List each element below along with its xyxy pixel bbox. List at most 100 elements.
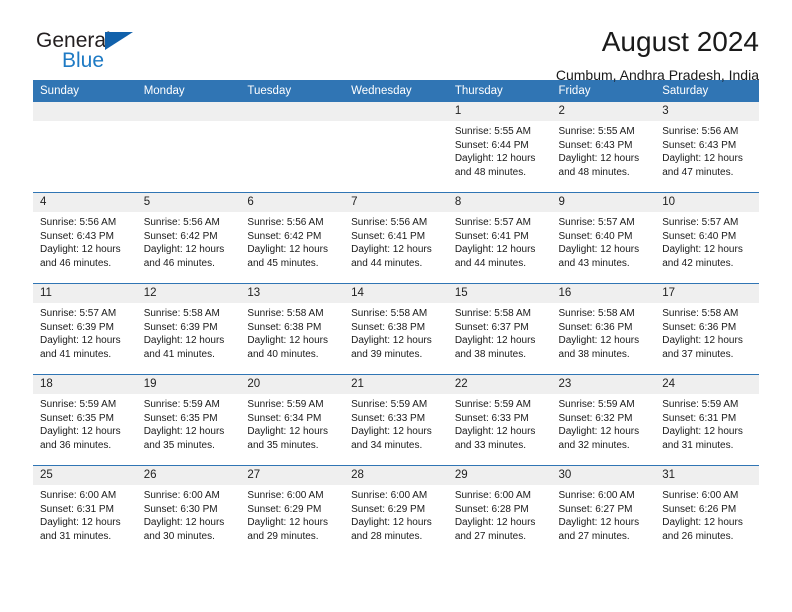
sunrise-text: Sunrise: 5:58 AM bbox=[558, 308, 635, 319]
day-number: 23 bbox=[551, 375, 656, 394]
day-cell[interactable]: 14 Sunrise: 5:58 AM Sunset: 6:38 PM Dayl… bbox=[344, 283, 448, 375]
day-cell[interactable]: 5 Sunrise: 5:56 AM Sunset: 6:42 PM Dayli… bbox=[136, 192, 241, 284]
day-info: Sunrise: 5:56 AM Sunset: 6:42 PM Dayligh… bbox=[240, 212, 344, 270]
day-cell[interactable]: 1 Sunrise: 5:55 AM Sunset: 6:44 PM Dayli… bbox=[447, 102, 552, 193]
day-info: Sunrise: 6:00 AM Sunset: 6:28 PM Dayligh… bbox=[448, 485, 552, 543]
sunset-text: Sunset: 6:44 PM bbox=[454, 139, 529, 151]
daylight-text-line1: Daylight: 12 hours bbox=[351, 426, 432, 437]
day-cell[interactable]: 12 Sunrise: 5:58 AM Sunset: 6:39 PM Dayl… bbox=[136, 283, 241, 375]
daylight-text-line2: and 43 minutes. bbox=[558, 257, 630, 269]
page-title: August 2024 bbox=[601, 26, 759, 57]
day-cell[interactable]: 6 Sunrise: 5:56 AM Sunset: 6:42 PM Dayli… bbox=[240, 192, 345, 284]
sunrise-text: Sunrise: 6:00 AM bbox=[40, 490, 117, 501]
day-cell[interactable]: 16 Sunrise: 5:58 AM Sunset: 6:36 PM Dayl… bbox=[551, 283, 656, 375]
sunrise-text: Sunrise: 6:00 AM bbox=[143, 490, 220, 501]
day-cell[interactable]: 21 Sunrise: 5:59 AM Sunset: 6:33 PM Dayl… bbox=[344, 374, 448, 466]
general-blue-logo[interactable]: General Blue bbox=[33, 26, 153, 78]
daylight-text-line2: and 27 minutes. bbox=[454, 530, 526, 542]
daylight-text-line2: and 46 minutes. bbox=[143, 257, 215, 269]
daylight-text-line2: and 28 minutes. bbox=[351, 530, 423, 542]
day-cell[interactable]: 26 Sunrise: 6:00 AM Sunset: 6:30 PM Dayl… bbox=[136, 465, 241, 556]
daylight-text-line1: Daylight: 12 hours bbox=[40, 517, 121, 528]
daylight-text-line2: and 31 minutes. bbox=[662, 439, 734, 451]
daylight-text-line1: Daylight: 12 hours bbox=[143, 426, 225, 437]
day-cell[interactable]: 7 Sunrise: 5:56 AM Sunset: 6:41 PM Dayli… bbox=[344, 192, 448, 284]
day-cell[interactable]: 3 Sunrise: 5:56 AM Sunset: 6:43 PM Dayli… bbox=[655, 102, 759, 193]
weekday-header-wednesday: Wednesday bbox=[344, 80, 448, 102]
day-info: Sunrise: 5:59 AM Sunset: 6:35 PM Dayligh… bbox=[33, 394, 137, 452]
sunrise-text: Sunrise: 5:59 AM bbox=[351, 399, 428, 410]
calendar-body: 1 Sunrise: 5:55 AM Sunset: 6:44 PM Dayli… bbox=[33, 102, 759, 556]
sunrise-text: Sunrise: 5:58 AM bbox=[454, 308, 531, 319]
day-cell[interactable]: 25 Sunrise: 6:00 AM Sunset: 6:31 PM Dayl… bbox=[33, 465, 137, 556]
sunrise-text: Sunrise: 6:00 AM bbox=[558, 490, 635, 501]
day-cell[interactable]: 17 Sunrise: 5:58 AM Sunset: 6:36 PM Dayl… bbox=[655, 283, 759, 375]
logo-text-blue: Blue bbox=[62, 49, 105, 72]
daylight-text-line2: and 48 minutes. bbox=[558, 166, 630, 178]
daylight-text-line2: and 48 minutes. bbox=[454, 166, 526, 178]
day-cell[interactable]: 8 Sunrise: 5:57 AM Sunset: 6:41 PM Dayli… bbox=[447, 192, 552, 284]
sunrise-text: Sunrise: 5:57 AM bbox=[454, 217, 531, 228]
sunrise-text: Sunrise: 5:59 AM bbox=[143, 399, 220, 410]
day-cell[interactable]: 19 Sunrise: 5:59 AM Sunset: 6:35 PM Dayl… bbox=[136, 374, 241, 466]
day-cell[interactable]: 2 Sunrise: 5:55 AM Sunset: 6:43 PM Dayli… bbox=[551, 102, 656, 193]
day-cell[interactable]: 30 Sunrise: 6:00 AM Sunset: 6:27 PM Dayl… bbox=[551, 465, 656, 556]
day-info: Sunrise: 5:59 AM Sunset: 6:34 PM Dayligh… bbox=[240, 394, 344, 452]
sunrise-text: Sunrise: 5:56 AM bbox=[143, 217, 220, 228]
daylight-text-line1: Daylight: 12 hours bbox=[662, 335, 743, 346]
day-cell[interactable]: 4 Sunrise: 5:56 AM Sunset: 6:43 PM Dayli… bbox=[33, 192, 137, 284]
day-info: Sunrise: 5:57 AM Sunset: 6:40 PM Dayligh… bbox=[552, 212, 656, 270]
day-cell[interactable]: 24 Sunrise: 5:59 AM Sunset: 6:31 PM Dayl… bbox=[655, 374, 759, 466]
sunrise-text: Sunrise: 6:00 AM bbox=[247, 490, 324, 501]
sunset-text: Sunset: 6:40 PM bbox=[662, 230, 737, 242]
daylight-text-line1: Daylight: 12 hours bbox=[247, 335, 329, 346]
daylight-text-line1: Daylight: 12 hours bbox=[143, 335, 225, 346]
calendar-week-row: 25 Sunrise: 6:00 AM Sunset: 6:31 PM Dayl… bbox=[33, 465, 759, 556]
day-cell[interactable]: 22 Sunrise: 5:59 AM Sunset: 6:33 PM Dayl… bbox=[447, 374, 552, 466]
day-number: 7 bbox=[344, 193, 448, 212]
weekday-header-friday: Friday bbox=[551, 80, 656, 102]
daylight-text-line2: and 36 minutes. bbox=[40, 439, 112, 451]
day-cell[interactable]: 11 Sunrise: 5:57 AM Sunset: 6:39 PM Dayl… bbox=[33, 283, 137, 375]
day-number: 14 bbox=[344, 284, 448, 303]
day-cell[interactable]: 28 Sunrise: 6:00 AM Sunset: 6:29 PM Dayl… bbox=[344, 465, 448, 556]
day-number: 30 bbox=[551, 466, 656, 485]
sunrise-text: Sunrise: 5:59 AM bbox=[247, 399, 324, 410]
day-cell[interactable]: 10 Sunrise: 5:57 AM Sunset: 6:40 PM Dayl… bbox=[655, 192, 759, 284]
sunrise-text: Sunrise: 5:56 AM bbox=[351, 217, 428, 228]
day-cell[interactable]: 29 Sunrise: 6:00 AM Sunset: 6:28 PM Dayl… bbox=[447, 465, 552, 556]
day-cell[interactable]: 27 Sunrise: 6:00 AM Sunset: 6:29 PM Dayl… bbox=[240, 465, 345, 556]
daylight-text-line1: Daylight: 12 hours bbox=[351, 244, 432, 255]
day-cell[interactable]: 15 Sunrise: 5:58 AM Sunset: 6:37 PM Dayl… bbox=[447, 283, 552, 375]
day-cell[interactable]: 18 Sunrise: 5:59 AM Sunset: 6:35 PM Dayl… bbox=[33, 374, 137, 466]
day-cell[interactable]: 20 Sunrise: 5:59 AM Sunset: 6:34 PM Dayl… bbox=[240, 374, 345, 466]
sunset-text: Sunset: 6:41 PM bbox=[454, 230, 529, 242]
sunset-text: Sunset: 6:43 PM bbox=[558, 139, 633, 151]
daylight-text-line2: and 39 minutes. bbox=[351, 348, 423, 360]
day-number: 20 bbox=[240, 375, 345, 394]
day-cell[interactable]: 13 Sunrise: 5:58 AM Sunset: 6:38 PM Dayl… bbox=[240, 283, 345, 375]
day-cell[interactable]: 31 Sunrise: 6:00 AM Sunset: 6:26 PM Dayl… bbox=[655, 465, 759, 556]
day-info: Sunrise: 6:00 AM Sunset: 6:29 PM Dayligh… bbox=[240, 485, 344, 543]
daylight-text-line1: Daylight: 12 hours bbox=[247, 517, 329, 528]
day-info: Sunrise: 5:55 AM Sunset: 6:44 PM Dayligh… bbox=[448, 121, 552, 179]
sunrise-text: Sunrise: 5:57 AM bbox=[558, 217, 635, 228]
sunset-text: Sunset: 6:35 PM bbox=[143, 412, 218, 424]
sunset-text: Sunset: 6:38 PM bbox=[247, 321, 322, 333]
day-cell[interactable]: 9 Sunrise: 5:57 AM Sunset: 6:40 PM Dayli… bbox=[551, 192, 656, 284]
day-number: 22 bbox=[447, 375, 552, 394]
calendar-week-row: 1 Sunrise: 5:55 AM Sunset: 6:44 PM Dayli… bbox=[33, 102, 759, 193]
sunset-text: Sunset: 6:41 PM bbox=[351, 230, 426, 242]
day-cell-empty bbox=[344, 102, 448, 193]
sunrise-text: Sunrise: 6:00 AM bbox=[662, 490, 739, 501]
daylight-text-line1: Daylight: 12 hours bbox=[454, 426, 536, 437]
sunset-text: Sunset: 6:42 PM bbox=[247, 230, 322, 242]
daylight-text-line2: and 31 minutes. bbox=[40, 530, 112, 542]
daylight-text-line2: and 26 minutes. bbox=[662, 530, 734, 542]
daylight-text-line2: and 45 minutes. bbox=[247, 257, 319, 269]
day-number bbox=[344, 102, 448, 121]
calendar-week-row: 4 Sunrise: 5:56 AM Sunset: 6:43 PM Dayli… bbox=[33, 192, 759, 284]
day-info: Sunrise: 5:58 AM Sunset: 6:38 PM Dayligh… bbox=[240, 303, 344, 361]
daylight-text-line1: Daylight: 12 hours bbox=[558, 426, 640, 437]
day-cell[interactable]: 23 Sunrise: 5:59 AM Sunset: 6:32 PM Dayl… bbox=[551, 374, 656, 466]
